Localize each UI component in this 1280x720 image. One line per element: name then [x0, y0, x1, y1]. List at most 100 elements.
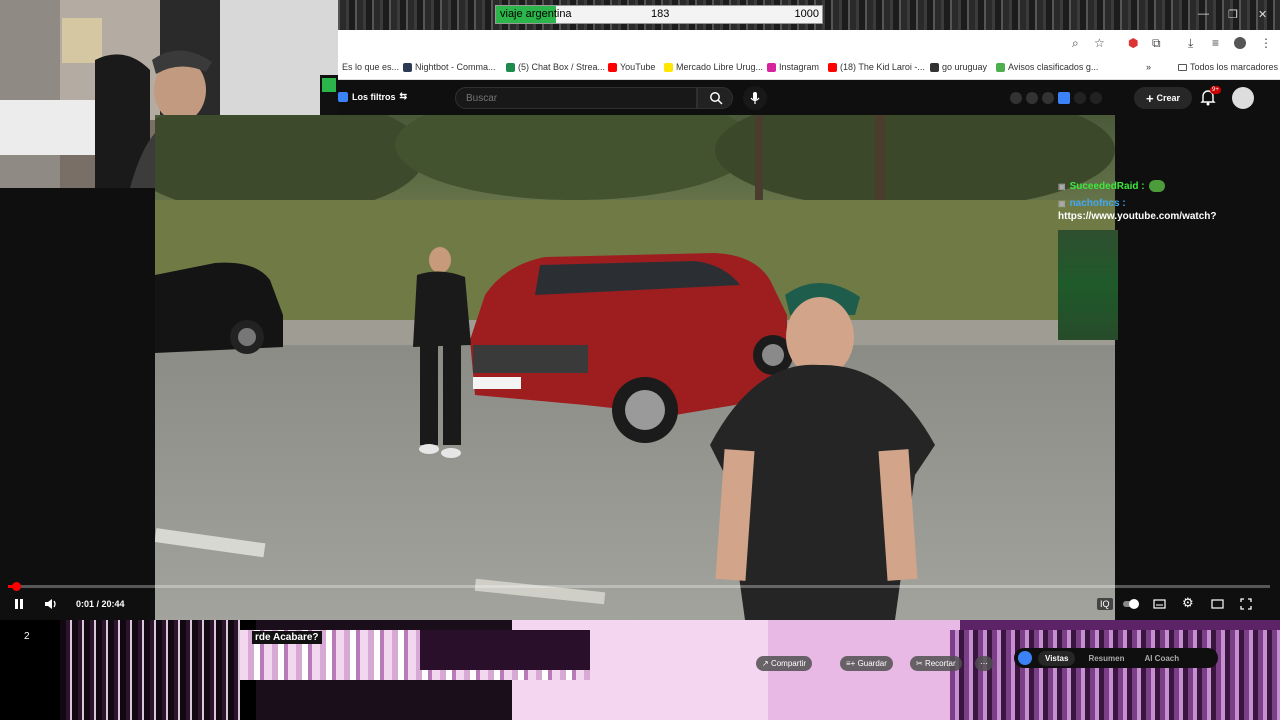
ext-icon[interactable] [1042, 92, 1054, 104]
insight-tabs: Vistas Resumen AI Coach [1014, 648, 1218, 668]
video-frame[interactable] [155, 115, 1115, 620]
share-button[interactable]: ↗ Compartir [756, 656, 813, 671]
all-bookmarks-label: Todos los marcadores [1190, 62, 1279, 72]
close-icon[interactable]: ✕ [1258, 8, 1267, 21]
extensions-puzzle-icon[interactable]: ⧉ [1152, 36, 1161, 51]
ext-icon[interactable] [1090, 92, 1102, 104]
ext-icon[interactable] [1010, 92, 1022, 104]
tab-ai-coach[interactable]: AI Coach [1137, 651, 1186, 666]
bookmark-item[interactable]: YouTube [608, 62, 655, 72]
chat-glitch [1058, 230, 1118, 340]
subtitles-icon[interactable] [1153, 598, 1166, 610]
profile-avatar-icon[interactable] [1234, 37, 1246, 49]
bookmark-item[interactable]: Es lo que es... [342, 62, 399, 72]
goal-bar: viaje argentina 183 1000 [495, 5, 823, 24]
favicon-icon [996, 62, 1005, 72]
chat-message-text: https://www.youtube.com/watch? [1058, 211, 1217, 222]
plus-icon: + [1145, 90, 1154, 106]
bookmark-item[interactable]: Avisos clasificados g... [996, 62, 1098, 72]
clip-button[interactable]: ✂ Recortar [910, 656, 962, 671]
extension-buttons [1010, 92, 1102, 104]
share-label: Compartir [770, 659, 807, 668]
fullscreen-icon[interactable] [1240, 598, 1252, 610]
all-bookmarks[interactable]: Todos los marcadores [1178, 62, 1278, 72]
bookmark-item[interactable]: Mercado Libre Urug... [664, 62, 763, 72]
bookmarks-bar: Es lo que es... Nightbot - Comma... (5) … [338, 56, 1280, 80]
bookmark-item[interactable]: Nightbot - Comma... [403, 62, 496, 72]
favicon-icon [664, 62, 673, 72]
clip-icon: ✂ [916, 659, 925, 668]
chat-username: nachofncs : [1069, 198, 1126, 209]
more-bookmarks-icon[interactable]: » [1146, 62, 1151, 72]
mic-icon [750, 92, 760, 104]
bookmark-label: go uruguay [942, 62, 988, 72]
filter-ext-icon [338, 91, 348, 102]
mod-badge-icon: ▣ [1058, 181, 1066, 191]
reading-list-icon[interactable]: ≡ [1212, 36, 1219, 50]
search-button[interactable] [697, 87, 733, 109]
filters-button[interactable]: Los filtros ⇆ [338, 91, 407, 102]
video-info-glitched [0, 620, 1280, 720]
video-title: rde Acabare? [252, 631, 322, 644]
bookmark-item[interactable]: (5) Chat Box / Strea... [506, 62, 605, 72]
bookmark-label: Es lo que es... [342, 62, 400, 72]
ext-icon[interactable] [1074, 92, 1086, 104]
zoom-icon[interactable]: ⌕ [1072, 36, 1079, 51]
favicon-icon [403, 62, 412, 72]
ext-icon[interactable] [1058, 92, 1070, 104]
chrome-menu-icon[interactable]: ⋮ [1260, 36, 1272, 50]
notification-count: 9+ [1210, 86, 1221, 94]
bookmark-star-icon[interactable]: ☆ [1094, 36, 1105, 50]
address-bar[interactable]: ⌕ ☆ ⬢ ⧉ ⤓ ≡ ⋮ [338, 30, 1280, 56]
bookmark-label: (18) The Kid Laroi -... [840, 62, 925, 72]
progress-bar[interactable] [8, 582, 1270, 591]
create-label: Crear [1156, 93, 1181, 103]
theater-mode-icon[interactable] [1211, 598, 1224, 610]
chat-username: SuceededRaid : [1069, 180, 1145, 192]
bottom-number: 2 [24, 631, 30, 642]
avatar[interactable] [1232, 87, 1254, 109]
create-button[interactable]: + Crear [1134, 87, 1192, 109]
bookmark-label: Instagram [779, 62, 820, 72]
youtube-header: Los filtros ⇆ + Crear 9+ [338, 82, 1280, 114]
filters-label: Los filtros [352, 91, 396, 102]
tab-resumen[interactable]: Resumen [1081, 651, 1131, 666]
bookmark-item[interactable]: go uruguay [930, 62, 987, 72]
pause-icon[interactable] [13, 598, 25, 610]
goal-target: 1000 [794, 8, 819, 20]
minimize-icon[interactable]: — [1198, 8, 1209, 20]
favicon-icon [828, 62, 837, 72]
save-label: Guardar [857, 659, 887, 668]
extension-icon[interactable]: ⬢ [1128, 36, 1138, 50]
chat-message: ▣ SuceededRaid : [1058, 180, 1263, 192]
clip-label: Recortar [924, 659, 956, 668]
share-icon: ↗ [762, 659, 771, 668]
mod-badge-icon: ▣ [1058, 199, 1066, 208]
maximize-icon[interactable]: ❐ [1228, 8, 1238, 21]
folder-icon [1178, 63, 1187, 71]
favicon-icon [506, 62, 515, 72]
bookmark-item[interactable]: (18) The Kid Laroi -... [828, 62, 925, 72]
search-box [455, 87, 697, 109]
progress-scrubber[interactable] [12, 582, 21, 591]
more-actions-icon[interactable]: ⋯ [975, 656, 993, 671]
search-input[interactable] [466, 93, 686, 104]
volume-icon[interactable] [44, 598, 58, 610]
ext-player-icon[interactable]: IQ [1097, 598, 1113, 610]
ext-icon[interactable] [1026, 92, 1038, 104]
download-icon[interactable]: ⤓ [1188, 36, 1193, 51]
tune-icon: ⇆ [399, 91, 408, 101]
emote-icon [1148, 180, 1165, 192]
favicon-icon [930, 62, 939, 72]
screen: viaje argentina 183 1000 — ❐ ✕ ⌕ ☆ ⬢ ⧉ ⤓… [0, 0, 1280, 720]
tab-vistas[interactable]: Vistas [1038, 650, 1076, 666]
goal-current: 183 [651, 8, 670, 20]
bookmark-item[interactable]: Instagram [767, 62, 819, 72]
search-icon [710, 92, 723, 105]
chat-overlay: ▣ SuceededRaid : ▣ nachofncs : https://w… [1058, 180, 1263, 340]
autoplay-toggle-icon[interactable] [1122, 598, 1140, 610]
save-button[interactable]: ≡+ Guardar [840, 656, 893, 671]
voice-search-button[interactable] [743, 86, 767, 110]
settings-gear-icon[interactable]: ⚙ [1182, 595, 1194, 611]
bookmark-label: (5) Chat Box / Strea... [518, 62, 606, 72]
